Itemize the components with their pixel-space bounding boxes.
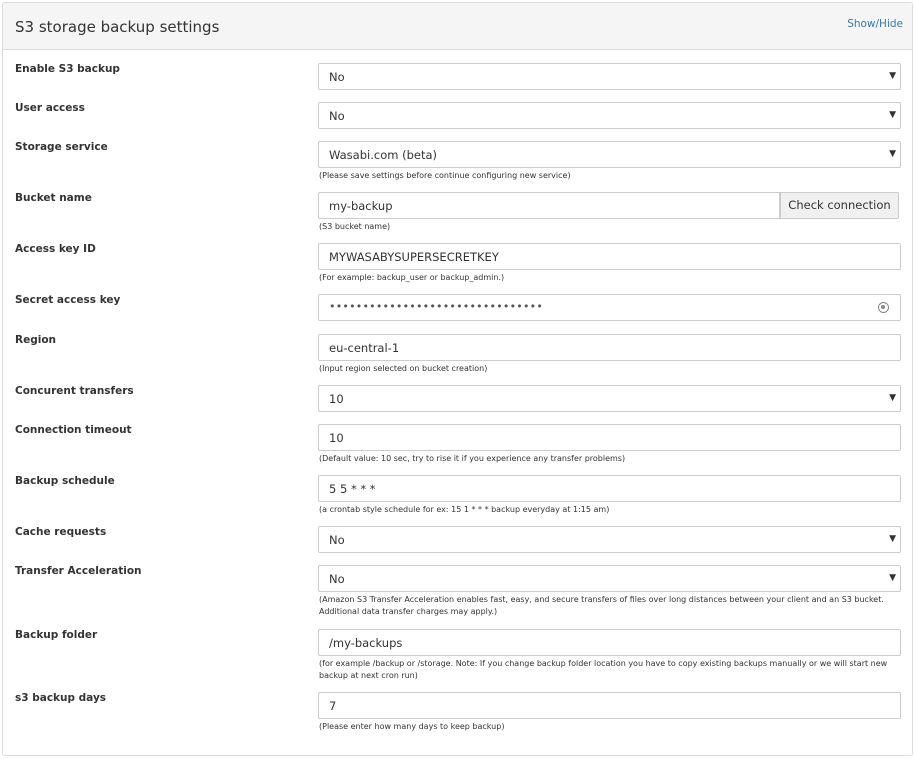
reveal-password-icon[interactable] [878,302,889,313]
secret-access-key-input[interactable]: •••••••••••••••••••••••••••••••• [318,294,901,321]
transfer-acceleration-label: Transfer Acceleration [15,565,142,577]
check-connection-button[interactable]: Check connection [780,192,899,219]
chevron-down-icon: ▼ [889,149,896,159]
concurrent-transfers-label: Concurent transfers [15,385,134,397]
chevron-down-icon: ▼ [889,71,896,81]
connection-timeout-input[interactable]: 10 [318,424,901,451]
user-access-label: User access [15,102,85,114]
chevron-down-icon: ▼ [889,393,896,403]
enable-s3-value: No [329,70,345,84]
user-access-select[interactable]: No ▼ [318,102,901,129]
s3-backup-days-value: 7 [329,699,337,713]
backup-schedule-input[interactable]: 5 5 * * * [318,475,901,502]
enable-s3-select[interactable]: No ▼ [318,63,901,90]
show-hide-link[interactable]: Show/Hide [847,18,903,30]
backup-schedule-label: Backup schedule [15,475,115,487]
bucket-name-value: my-backup [329,199,393,213]
secret-access-key-label: Secret access key [15,294,121,306]
bucket-name-help: (S3 bucket name) [319,222,391,231]
secret-access-key-value: •••••••••••••••••••••••••••••••• [329,300,544,313]
storage-service-help: (Please save settings before continue co… [319,171,571,180]
cache-requests-label: Cache requests [15,526,107,538]
concurrent-transfers-value: 10 [329,392,344,406]
access-key-id-input[interactable]: MYWASABYSUPERSECRETKEY [318,243,901,270]
backup-folder-label: Backup folder [15,629,98,641]
panel-header: S3 storage backup settings Show/Hide [3,3,912,50]
backup-schedule-help: (a crontab style schedule for ex: 15 1 *… [319,505,610,514]
backup-folder-help: (for example /backup or /storage. Note: … [319,659,888,680]
bucket-name-label: Bucket name [15,192,92,204]
user-access-value: No [329,109,345,123]
chevron-down-icon: ▼ [889,110,896,120]
region-label: Region [15,334,57,346]
chevron-down-icon: ▼ [889,573,896,583]
cache-requests-value: No [329,533,345,547]
cache-requests-select[interactable]: No ▼ [318,526,901,553]
chevron-down-icon: ▼ [889,534,896,544]
connection-timeout-label: Connection timeout [15,424,132,436]
s3-backup-days-input[interactable]: 7 [318,692,901,719]
access-key-id-value: MYWASABYSUPERSECRETKEY [329,250,499,264]
bucket-name-input[interactable]: my-backup [318,192,780,219]
panel-title: S3 storage backup settings [15,18,220,36]
storage-service-value: Wasabi.com (beta) [329,148,437,162]
region-value: eu-central-1 [329,341,400,355]
region-help: (Input region selected on bucket creatio… [319,364,488,373]
storage-service-select[interactable]: Wasabi.com (beta) ▼ [318,141,901,168]
s3-backup-days-help: (Please enter how many days to keep back… [319,722,505,731]
storage-service-label: Storage service [15,141,108,153]
s3-backup-days-label: s3 backup days [15,692,107,704]
transfer-acceleration-value: No [329,572,345,586]
enable-s3-label: Enable S3 backup [15,63,120,75]
transfer-acceleration-help: (Amazon S3 Transfer Acceleration enables… [319,595,884,616]
backup-schedule-value: 5 5 * * * [329,482,376,496]
backup-folder-value: /my-backups [329,636,403,650]
s3-settings-panel: S3 storage backup settings Show/Hide Ena… [2,2,913,756]
backup-folder-input[interactable]: /my-backups [318,629,901,656]
access-key-id-label: Access key ID [15,243,96,255]
transfer-acceleration-select[interactable]: No ▼ [318,565,901,592]
region-input[interactable]: eu-central-1 [318,334,901,361]
connection-timeout-value: 10 [329,431,344,445]
connection-timeout-help: (Default value: 10 sec, try to rise it i… [319,454,626,463]
access-key-id-help: (For example: backup_user or backup_admi… [319,273,505,282]
concurrent-transfers-select[interactable]: 10 ▼ [318,385,901,412]
